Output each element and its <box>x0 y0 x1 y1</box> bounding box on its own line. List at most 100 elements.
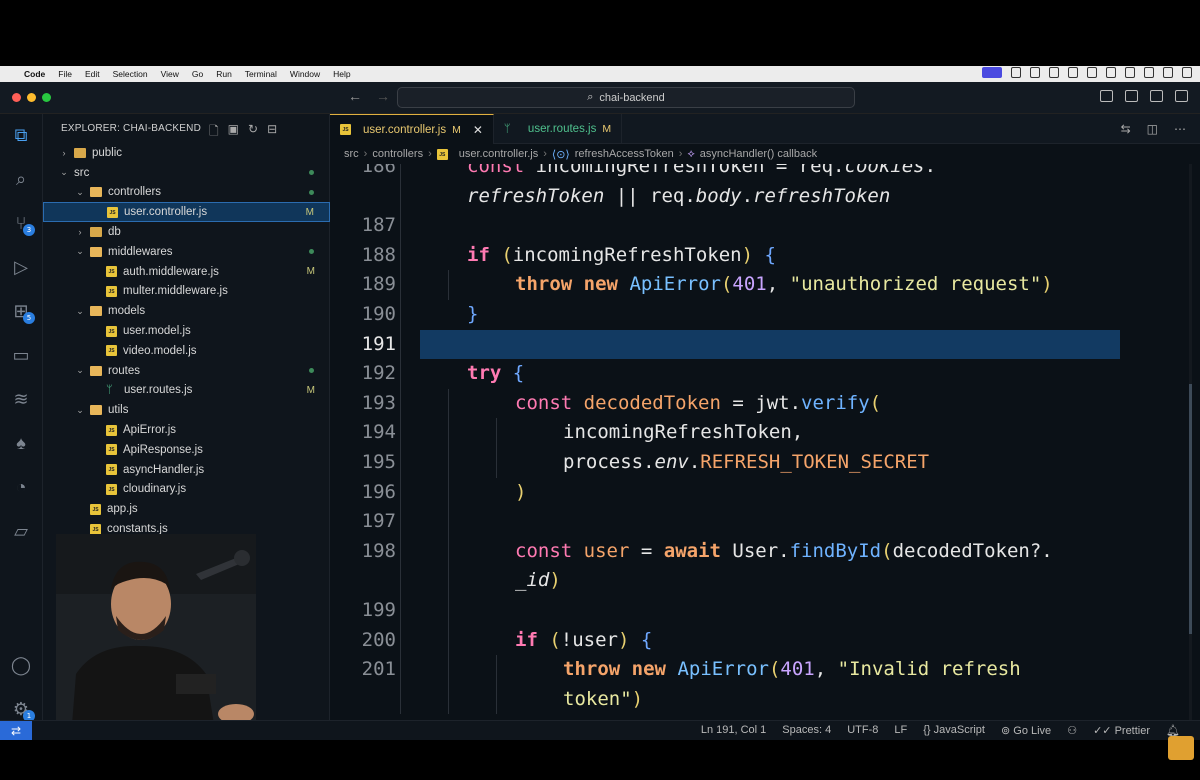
record-icon[interactable] <box>1163 67 1173 78</box>
tree-file[interactable]: JS multer.middleware.js <box>43 282 330 302</box>
source-control-icon[interactable]: ⑂ 3 <box>10 212 35 236</box>
breadcrumb-src[interactable]: src <box>344 148 359 160</box>
code-line[interactable]: 188 if (incomingRefreshToken) { <box>330 240 1200 271</box>
tree-folder[interactable]: › public <box>43 143 330 163</box>
tree-file[interactable]: JS video.model.js <box>43 341 330 361</box>
collapse-all-icon[interactable]: ⊟ <box>267 122 277 143</box>
language-mode[interactable]: {} JavaScript <box>923 724 985 737</box>
monitor-icon[interactable] <box>1106 67 1116 78</box>
code-line[interactable]: 187 <box>330 211 1200 241</box>
menu-run[interactable]: Run <box>216 69 232 79</box>
copilot-icon[interactable]: ⚇ <box>1067 724 1077 737</box>
screen-share-icon[interactable] <box>982 67 1002 78</box>
remote-indicator-icon[interactable]: ⇄ <box>0 720 32 740</box>
tree-folder[interactable]: ⌄ models <box>43 301 330 321</box>
tree-file[interactable]: JS user.controller.js M <box>43 202 330 223</box>
tree-folder[interactable]: › db <box>43 222 330 242</box>
tree-file[interactable]: JS user.model.js <box>43 321 330 341</box>
tree-folder[interactable]: ⌄ routes <box>43 361 330 381</box>
encoding[interactable]: UTF-8 <box>847 724 878 737</box>
breadcrumb-callback[interactable]: asyncHandler() callback <box>700 148 817 160</box>
close-window-button[interactable] <box>12 93 21 102</box>
refresh-icon[interactable]: ↻ <box>248 122 258 143</box>
menu-go[interactable]: Go <box>192 69 203 79</box>
code-line[interactable]: 193 const decodedToken = jwt.verify( <box>330 388 1200 419</box>
tree-file[interactable]: JS asyncHandler.js <box>43 460 330 480</box>
new-file-icon[interactable]: 🗋 <box>209 122 219 143</box>
code-line[interactable]: token") <box>330 684 1200 715</box>
bluetooth-icon[interactable] <box>1087 67 1097 78</box>
tab-user-routes[interactable]: ᛘ user.routes.js M <box>494 114 623 144</box>
run-debug-icon[interactable]: ▷ <box>10 256 32 278</box>
menu-help[interactable]: Help <box>333 69 350 79</box>
status-icon[interactable] <box>1011 67 1021 78</box>
end-of-line[interactable]: LF <box>894 724 907 737</box>
code-line[interactable]: 190} <box>330 300 1200 330</box>
code-line[interactable]: 195 process.env.REFRESH_TOKEN_SECRET <box>330 448 1200 478</box>
compare-changes-icon[interactable]: ⇆ <box>1121 122 1131 136</box>
code-line[interactable]: 189 throw new ApiError(401, "unauthorized… <box>330 270 1200 300</box>
code-line[interactable]: 192 try { <box>330 359 1200 389</box>
wifi-icon[interactable] <box>1125 67 1135 78</box>
go-live-button[interactable]: ⊚ Go Live <box>1001 724 1051 737</box>
comments-icon[interactable]: ▱ <box>10 520 32 542</box>
code-line[interactable]: refreshToken || req.body.refreshToken <box>330 181 1200 212</box>
remote-explorer-icon[interactable]: ▭ <box>10 344 32 366</box>
back-arrow-icon[interactable]: ← <box>348 88 362 104</box>
cursor-position[interactable]: Ln 191, Col 1 <box>701 724 766 737</box>
breadcrumb-file[interactable]: user.controller.js <box>459 148 538 160</box>
customize-layout-icon[interactable] <box>1175 90 1188 102</box>
menu-terminal[interactable]: Terminal <box>245 69 277 79</box>
grid-icon[interactable] <box>1068 67 1078 78</box>
tree-file[interactable]: JS ApiError.js <box>43 420 330 440</box>
menu-file[interactable]: File <box>58 69 72 79</box>
code-line[interactable]: _id) <box>330 566 1200 596</box>
tree-folder[interactable]: ⌄ controllers <box>43 183 330 203</box>
menu-app-name[interactable]: Code <box>24 69 45 79</box>
menu-window[interactable]: Window <box>290 69 320 79</box>
toggle-secondary-sidebar-icon[interactable] <box>1150 90 1163 102</box>
breadcrumb-controllers[interactable]: controllers <box>372 148 423 160</box>
indentation[interactable]: Spaces: 4 <box>782 724 831 737</box>
tree-file[interactable]: ᛘ user.routes.js M <box>43 381 330 401</box>
mongodb-icon[interactable]: ♠ <box>10 432 32 454</box>
menu-edit[interactable]: Edit <box>85 69 100 79</box>
tree-file[interactable]: JS auth.middleware.js M <box>43 262 330 282</box>
minimize-window-button[interactable] <box>27 93 36 102</box>
toggle-panel-icon[interactable] <box>1125 90 1138 102</box>
tree-folder[interactable]: ⌄ middlewares <box>43 242 330 262</box>
tree-folder[interactable]: ⌄ utils <box>43 400 330 420</box>
code-line[interactable]: 194 incomingRefreshToken, <box>330 418 1200 448</box>
menu-view[interactable]: View <box>161 69 179 79</box>
search-icon[interactable]: ⌕ <box>10 168 32 190</box>
thunder-client-icon[interactable]: ◔ <box>10 476 32 498</box>
code-line[interactable]: 197 <box>330 507 1200 537</box>
display-icon[interactable] <box>1049 67 1059 78</box>
close-tab-icon[interactable]: ✕ <box>473 123 483 137</box>
accounts-icon[interactable]: ◯ <box>10 654 32 676</box>
breadcrumb-symbol[interactable]: refreshAccessToken <box>575 148 674 160</box>
tab-user-controller[interactable]: JS user.controller.js M ✕ <box>330 114 494 144</box>
code-editor[interactable]: 186 const incomingRefreshToken = req.cook… <box>330 164 1200 720</box>
code-line[interactable]: 199 <box>330 596 1200 626</box>
zoom-window-button[interactable] <box>42 93 51 102</box>
notion-icon[interactable] <box>1030 67 1040 78</box>
tree-file[interactable]: JS ApiResponse.js <box>43 440 330 460</box>
menu-selection[interactable]: Selection <box>113 69 148 79</box>
code-line[interactable]: 196) <box>330 477 1200 508</box>
code-line[interactable]: 200 if (!user) { <box>330 625 1200 656</box>
extensions-icon[interactable]: ⊞ 5 <box>10 300 35 324</box>
siri-icon[interactable] <box>1182 67 1192 78</box>
toggle-primary-sidebar-icon[interactable] <box>1100 90 1113 102</box>
manage-gear-icon[interactable]: ⚙ 1 <box>10 698 35 722</box>
command-center-search[interactable]: ⌕ chai-backend <box>397 87 855 108</box>
control-center-icon[interactable] <box>1144 67 1154 78</box>
code-line[interactable]: 198 const user = await User.findById(deco… <box>330 536 1200 567</box>
forward-arrow-icon[interactable]: → <box>376 88 390 104</box>
docker-icon[interactable]: ≋ <box>10 388 32 410</box>
code-line[interactable]: 186 const incomingRefreshToken = req.cook… <box>330 164 1200 182</box>
tree-file[interactable]: JS app.js <box>43 499 330 519</box>
code-line[interactable]: 201 throw new ApiError(401, "Invalid refr… <box>330 655 1200 685</box>
code-line[interactable]: 191 <box>330 329 1200 360</box>
split-editor-icon[interactable]: ◫ <box>1147 122 1158 136</box>
